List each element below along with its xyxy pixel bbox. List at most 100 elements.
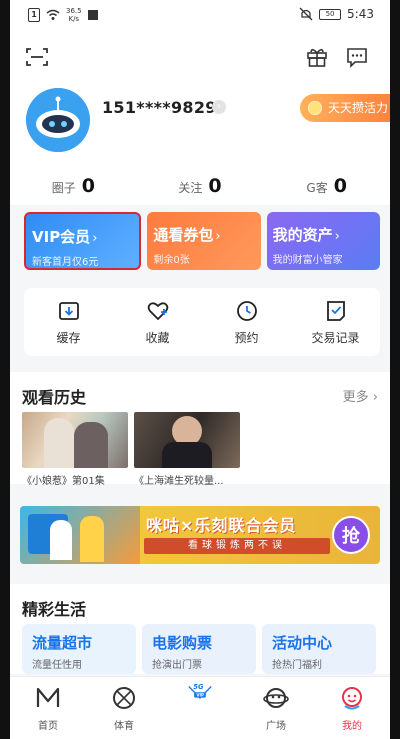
stat-g-guests[interactable]: G客 0 [263, 175, 390, 197]
robot-avatar-icon [26, 88, 90, 152]
clock-icon [236, 300, 257, 321]
video-thumbnail [134, 412, 240, 468]
status-right: 50 5:43 [299, 7, 374, 21]
chevron-right-icon: › [215, 229, 221, 244]
gift-icon[interactable] [306, 46, 328, 68]
video-caption: 《小娘惹》第01集 [22, 476, 105, 487]
life-card-activity-center[interactable]: 活动中心 抢热门福利 [262, 624, 376, 674]
user-phone: 151****9829 [102, 98, 217, 117]
ball-icon [113, 687, 135, 709]
section-title: 精彩生活 [22, 600, 87, 619]
life-cards: 流量超市 流量任性用 电影购票 抢演出门票 活动中心 抢热门福利 [22, 624, 376, 674]
life-card-subtitle: 抢热门福利 [272, 660, 322, 671]
activity-label: 天天攒活力 [328, 101, 389, 115]
stat-value: 0 [81, 175, 95, 197]
tab-label: 首页 [38, 721, 58, 732]
heart-icon [147, 301, 168, 320]
planet-face-icon [263, 688, 289, 708]
video-caption: 《上海滩生死较量... [134, 476, 224, 487]
activity-button[interactable]: 天天攒活力 [300, 94, 390, 122]
home-m-icon [36, 687, 60, 707]
tab-home[interactable]: 首页 [10, 677, 86, 739]
tab-sports[interactable]: 体育 [86, 677, 162, 739]
banner-slogan: 看球锻炼两不误 [144, 538, 330, 554]
quick-item-cache[interactable]: 缓存 [24, 288, 113, 356]
life-card-movie-tickets[interactable]: 电影购票 抢演出门票 [142, 624, 256, 674]
life-card-subtitle: 流量任性用 [32, 660, 82, 671]
mine-face-icon [342, 687, 362, 710]
vip-member-card[interactable]: VIP会员 › 新客首月仅6元 [24, 212, 142, 270]
card-title: VIP会员 › [32, 228, 98, 246]
receipt-icon [326, 300, 345, 321]
wifi-icon [46, 9, 60, 20]
tab-plaza[interactable]: 广场 [238, 677, 314, 739]
more-link[interactable]: 更多 › [343, 386, 378, 405]
life-card-title: 活动中心 [272, 634, 333, 652]
quick-label: 交易记录 [311, 330, 360, 345]
my-assets-card[interactable]: 我的资产 › 我的财富小管家 [266, 212, 380, 270]
quick-label: 预约 [234, 330, 259, 345]
tab-label: 广场 [266, 721, 286, 732]
card-subtitle: 新客首月仅6元 [32, 257, 99, 268]
life-card-subtitle: 抢演出门票 [152, 660, 202, 671]
message-icon[interactable] [346, 46, 368, 68]
avatar[interactable] [26, 88, 90, 152]
vip-tab-label: VIP [196, 693, 204, 698]
history-item[interactable]: 《上海滩生死较量... [134, 412, 240, 487]
scan-icon[interactable] [26, 48, 48, 66]
tab-vip[interactable]: 5G VIP [162, 677, 238, 739]
sim-icon: 1 [28, 8, 40, 22]
watch-history-section: 观看历史 更多 › 《小娘惹》第01集 《上海滩生死较量... [10, 372, 390, 487]
quick-label: 缓存 [56, 330, 81, 345]
coin-icon [308, 101, 322, 115]
history-list: 《小娘惹》第01集 《上海滩生死较量... [22, 412, 240, 487]
vip-5g-icon: 5G VIP [188, 683, 212, 700]
tab-label: 体育 [114, 721, 134, 732]
grab-button[interactable]: 抢 [332, 516, 370, 554]
promo-banner[interactable]: 咪咕×乐刻联合会员 看球锻炼两不误 抢 [20, 506, 380, 564]
tab-mine[interactable]: 我的 [314, 677, 390, 739]
chevron-right-icon: › [334, 229, 340, 244]
stat-value: 0 [333, 175, 347, 197]
life-card-data-market[interactable]: 流量超市 流量任性用 [22, 624, 136, 674]
status-bar: 1 36.5 K/s 50 5:43 [10, 0, 390, 30]
quick-item-reservation[interactable]: 预约 [202, 288, 291, 356]
stat-circles[interactable]: 圈子 0 [10, 175, 137, 197]
quick-label: 收藏 [145, 330, 170, 345]
quick-menu: 缓存 收藏 预约 交易记录 [24, 288, 380, 356]
section-title: 观看历史 [22, 388, 87, 407]
life-card-title: 流量超市 [32, 634, 93, 652]
status-left: 1 36.5 K/s [28, 7, 98, 23]
ticket-pack-card[interactable]: 通看券包 › 剩余0张 [147, 212, 261, 270]
feature-cards: VIP会员 › 新客首月仅6元 通看券包 › 剩余0张 我的资产 › 我的财富小管家 [24, 212, 380, 270]
life-card-title: 电影购票 [152, 634, 213, 652]
stat-value: 0 [208, 175, 222, 197]
card-subtitle: 我的财富小管家 [272, 255, 343, 266]
quick-item-favorites[interactable]: 收藏 [113, 288, 202, 356]
banner-title: 咪咕×乐刻联合会员 [146, 516, 297, 535]
tab-label: 我的 [342, 721, 362, 732]
app-screen: 1 36.5 K/s 50 5:43 151****9829 › 天天攒活力 圈… [10, 0, 390, 739]
stat-label: 关注 [178, 181, 203, 195]
chevron-right-icon: › [372, 390, 378, 405]
stats-row: 圈子 0 关注 0 G客 0 [10, 175, 390, 197]
profile-header: 151****9829 › 天天攒活力 圈子 0 关注 0 G客 0 [10, 30, 390, 205]
stat-label: 圈子 [51, 181, 76, 195]
history-item[interactable]: 《小娘惹》第01集 [22, 412, 128, 487]
card-title: 通看券包 › [153, 226, 221, 244]
stat-following[interactable]: 关注 0 [137, 175, 264, 197]
notification-icon [87, 10, 98, 20]
bottom-tab-bar: 首页 体育 5G VIP 广场 我的 [10, 676, 390, 739]
mute-bell-icon [299, 7, 313, 21]
life-section: 精彩生活 流量超市 流量任性用 电影购票 抢演出门票 活动中心 抢热门福利 [10, 584, 390, 674]
card-title: 我的资产 › [272, 226, 340, 244]
card-subtitle: 剩余0张 [153, 255, 190, 266]
vip-badge-text: 5G [193, 683, 204, 691]
edit-arrow-icon[interactable]: › [212, 100, 226, 114]
banner-image [20, 506, 140, 564]
clock-time: 5:43 [347, 7, 374, 21]
stat-label: G客 [306, 181, 328, 195]
net-speed: 36.5 K/s [66, 7, 82, 23]
chevron-right-icon: › [92, 231, 98, 246]
quick-item-transactions[interactable]: 交易记录 [291, 288, 380, 356]
